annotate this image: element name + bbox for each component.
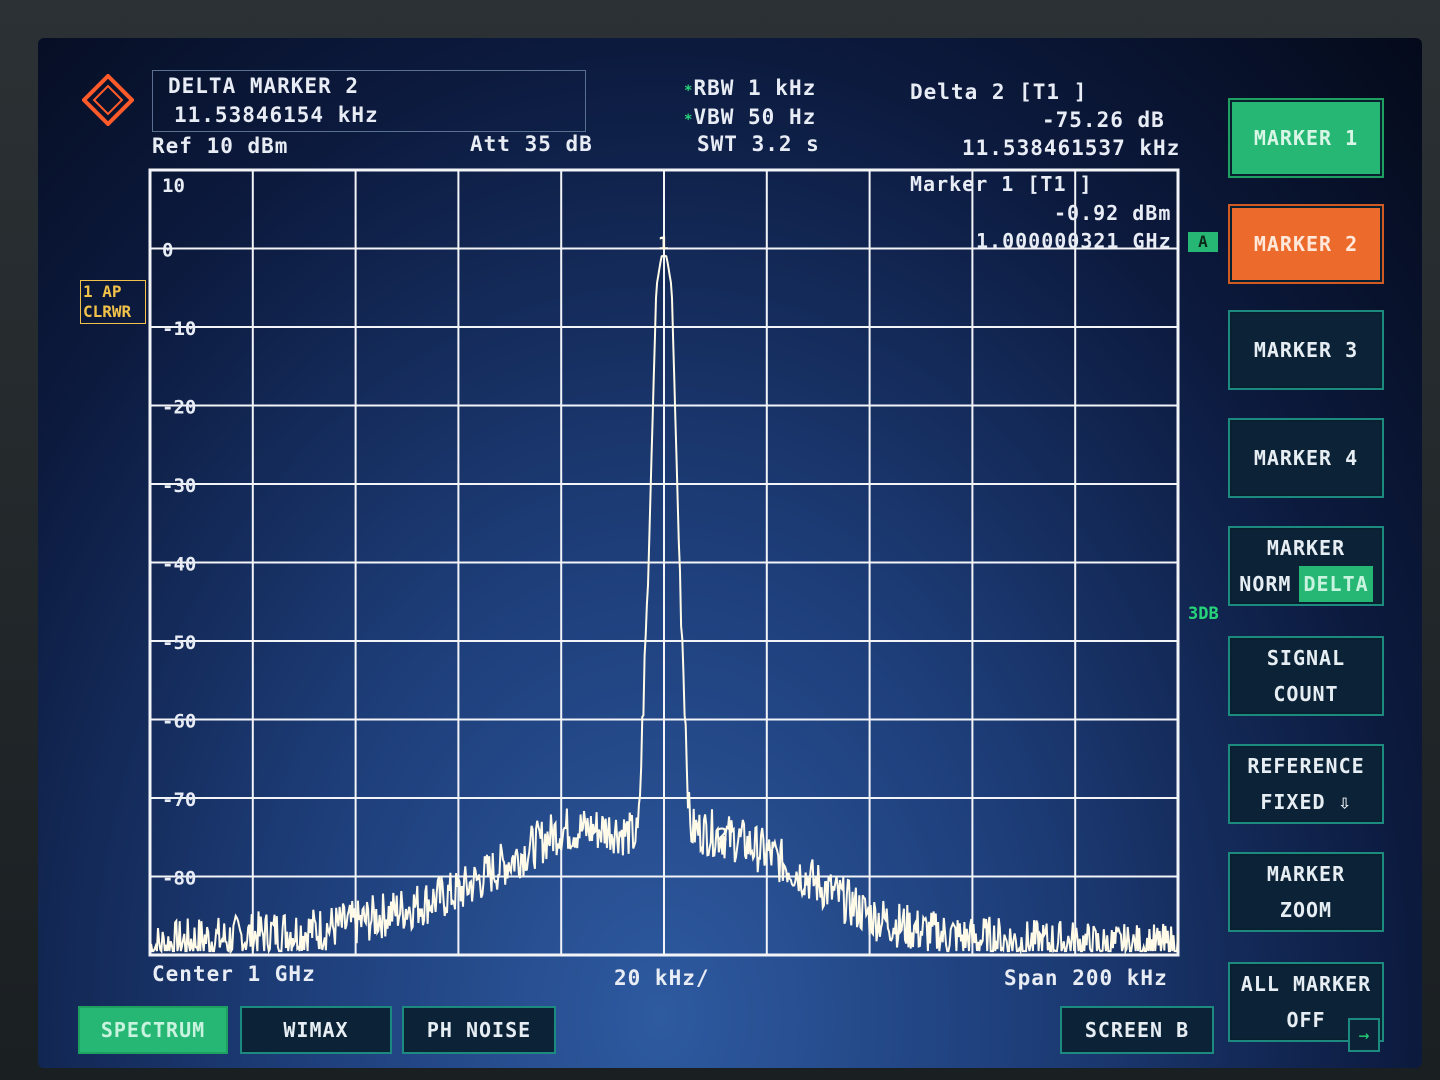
y-tick-label: -70 xyxy=(162,789,196,811)
span: Span 200 kHz xyxy=(1004,966,1168,990)
delta-option[interactable]: DELTA xyxy=(1299,566,1373,602)
trace-markers: 12 xyxy=(658,234,728,846)
softkey-marker-4[interactable]: MARKER 4 xyxy=(1228,418,1384,498)
y-tick-label: 0 xyxy=(162,240,173,262)
plot-grid xyxy=(148,168,1180,957)
center-freq: Center 1 GHz xyxy=(152,962,316,986)
y-tick-label: -60 xyxy=(162,711,196,733)
y-tick-label: 10 xyxy=(162,175,185,197)
spectrum-plot[interactable]: 100-10-20-30-40-50-60-70-80 12 xyxy=(0,0,1440,1080)
marker1-label: Marker 1 [T1 ] xyxy=(910,172,1093,196)
y-tick-label: -10 xyxy=(162,318,196,340)
freq-per-div: 20 kHz/ xyxy=(614,966,710,990)
softkey-marker-1[interactable]: MARKER 1 xyxy=(1228,98,1384,178)
marker-2-label[interactable]: 2 xyxy=(717,825,728,846)
marker1-freq: 1.000000321 GHz xyxy=(976,229,1172,253)
tab-wimax[interactable]: WIMAX xyxy=(240,1006,392,1054)
softkey-marker-3[interactable]: MARKER 3 xyxy=(1228,310,1384,390)
tab-screen-b[interactable]: SCREEN B xyxy=(1060,1006,1214,1054)
tab-spectrum[interactable]: SPECTRUM xyxy=(78,1006,228,1054)
marker1-level: -0.92 dBm xyxy=(1054,201,1172,225)
softkey-marker-norm-delta[interactable]: MARKER NORM DELTA xyxy=(1228,526,1384,606)
softkey-marker-zoom[interactable]: MARKER ZOOM xyxy=(1228,852,1384,932)
y-axis-labels: 10 0 -10 -20 -30 -40 -50 -60 -70 -80 xyxy=(162,175,196,890)
y-tick-label: -50 xyxy=(162,632,196,654)
y-tick-label: -80 xyxy=(162,868,196,890)
softkey-marker-2[interactable]: MARKER 2 xyxy=(1228,204,1384,284)
softkey-signal-count[interactable]: SIGNAL COUNT xyxy=(1228,636,1384,716)
softkey-reference-fixed[interactable]: REFERENCE FIXED ⇩ xyxy=(1228,744,1384,824)
y-tick-label: -30 xyxy=(162,475,196,497)
marker-1-label[interactable]: 1 xyxy=(658,234,669,255)
norm-option[interactable]: NORM xyxy=(1239,566,1291,602)
y-tick-label: -40 xyxy=(162,554,196,576)
y-tick-label: -20 xyxy=(162,397,196,419)
arrow-right-icon[interactable]: → xyxy=(1348,1018,1380,1052)
tab-ph-noise[interactable]: PH NOISE xyxy=(402,1006,556,1054)
